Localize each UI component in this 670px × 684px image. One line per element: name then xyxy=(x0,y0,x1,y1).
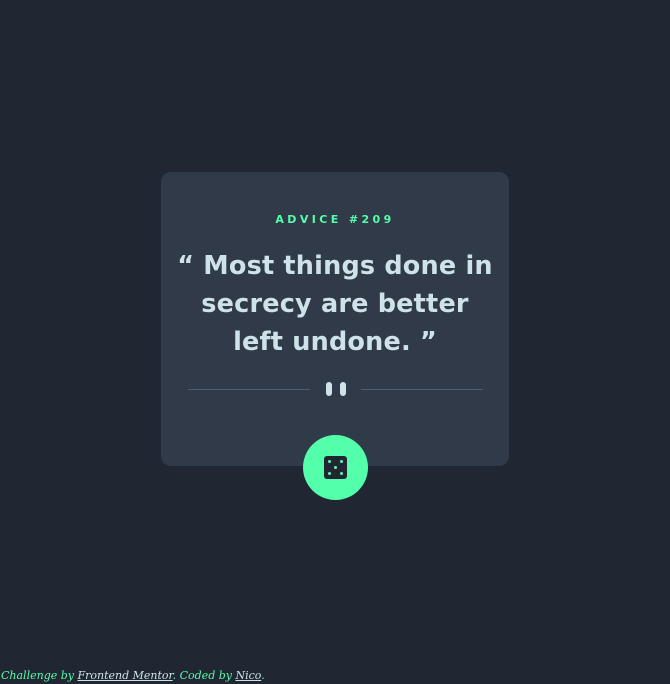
frontend-mentor-link[interactable]: Frontend Mentor xyxy=(78,669,173,682)
author-link[interactable]: Nico xyxy=(236,669,262,682)
pause-bar-left xyxy=(326,382,332,396)
advice-quote: “ Most things done in secrecy are better… xyxy=(177,251,493,357)
advice-card: ADVICE #209 “ Most things done in secrec… xyxy=(161,172,509,466)
divider-line-left xyxy=(188,389,310,390)
attribution-suffix: . xyxy=(261,669,265,682)
attribution-prefix: Challenge by xyxy=(1,669,74,682)
pause-bar-right xyxy=(340,382,346,396)
dice-icon xyxy=(324,456,347,479)
attribution: Challenge by Frontend Mentor. Coded by N… xyxy=(1,669,265,682)
pause-icon xyxy=(326,382,346,396)
divider xyxy=(188,382,483,396)
new-advice-button[interactable] xyxy=(303,435,368,500)
divider-line-right xyxy=(361,389,483,390)
attribution-middle: . Coded by xyxy=(172,669,232,682)
advice-id-label: ADVICE #209 xyxy=(275,213,395,226)
